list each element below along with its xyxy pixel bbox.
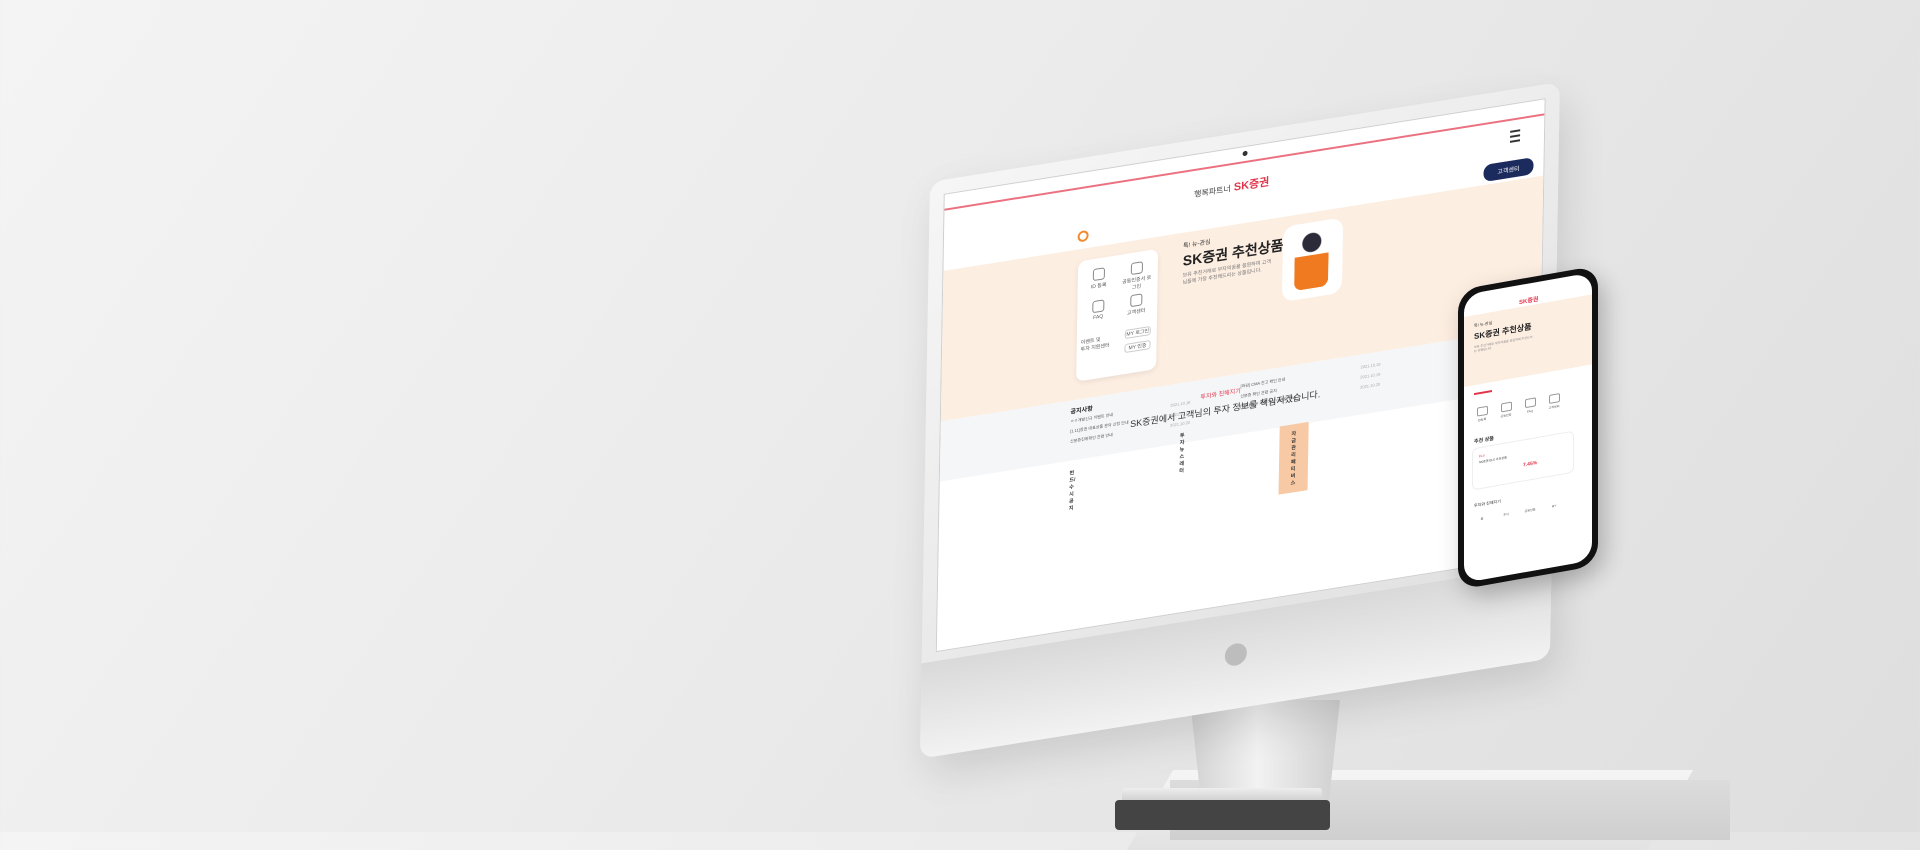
quick-menu-item-cert[interactable]: 공동인증서 로그인 (1122, 260, 1152, 293)
phone-section-title: 추천 상품 (1474, 435, 1494, 446)
id-icon (1476, 405, 1488, 417)
hero-illustration (1281, 217, 1344, 303)
woman-illustration-icon (1294, 229, 1330, 292)
notice-item[interactable]: 신분증진위확인 관련 안내 (1070, 432, 1113, 445)
quick-extra-label: 이벤트 및 투자 지원센터 (1080, 336, 1110, 354)
site-logo[interactable]: 행복파트너 SK증권 (1194, 173, 1270, 201)
notice-title: 공지사항 (1070, 406, 1093, 416)
monitor-stand-base (1115, 800, 1330, 830)
money-banner[interactable]: 자금관리 페티버스 (1278, 421, 1309, 495)
notice-date: 2021.10.18 (1360, 361, 1381, 370)
laptop-icon (1130, 261, 1143, 276)
phone-screen: SK증권 톡! 뉴-관심 SK증권 추천상품 보유 추천거래로 부자의꿈을 응원… (1464, 272, 1592, 583)
phone-quick-item[interactable]: 고객센터 (1542, 392, 1566, 411)
id-icon (1092, 267, 1106, 282)
faq-icon (1524, 397, 1536, 409)
hamburger-menu-icon[interactable] (1509, 129, 1521, 143)
phone-quick-item[interactable]: 공동인증 (1494, 400, 1518, 419)
logo-brand: SK증권 (1233, 176, 1270, 194)
quick-menu-card: ID 등록 공동인증서 로그인 FAQ 고객센터 이벤트 및 투자 지원센터 MY… (1076, 248, 1159, 382)
fund-notice-title: 펀드/수시공지 (1068, 470, 1076, 512)
quick-menu-item-center[interactable]: 고객센터 (1121, 292, 1151, 318)
faq-icon (1092, 299, 1105, 314)
product-tag: ELS (1479, 453, 1485, 459)
notice-date: 2021.10.19 (1360, 371, 1381, 380)
phone-tab[interactable]: MY (1542, 502, 1566, 510)
notice-date: 2021.10.20 (1360, 381, 1381, 390)
apple-logo-icon (1224, 641, 1248, 668)
phone-quick-item[interactable]: ID등록 (1470, 405, 1494, 424)
quick-menu-item-faq[interactable]: FAQ (1083, 298, 1113, 323)
phone-hero: 톡! 뉴-관심 SK증권 추천상품 보유 추천거래로 부자의꿈을 응원하며 추천… (1464, 294, 1592, 387)
phone-quick-menu: ID등록 공동인증 FAQ 고객센터 (1470, 389, 1580, 423)
logo-prefix: 행복파트너 (1193, 184, 1231, 200)
camera-dot (1242, 150, 1248, 157)
headset-icon (1548, 393, 1560, 405)
phone-tab[interactable]: 금융상품 (1518, 506, 1542, 514)
phone-tab[interactable]: 홈 (1470, 515, 1494, 523)
quick-menu-item-id[interactable]: ID 등록 (1084, 266, 1114, 292)
mobile-phone: SK증권 톡! 뉴-관심 SK증권 추천상품 보유 추천거래로 부자의꿈을 응원… (1458, 265, 1598, 590)
product-rate: 7.45% (1523, 460, 1538, 469)
monitor-screen: 행복파트너 SK증권 고객센터 ID 등록 공동인증서 로그인 FAQ 고객센터 … (935, 98, 1546, 653)
cert-icon (1500, 401, 1512, 413)
my-login-button[interactable]: MY 로그인 (1124, 325, 1151, 340)
phone-quick-item[interactable]: FAQ (1518, 396, 1542, 415)
my-cert-button[interactable]: MY 인증 (1124, 339, 1151, 354)
phone-progress-bar (1474, 390, 1492, 396)
search-icon[interactable] (1077, 229, 1089, 243)
notice-item[interactable]: [마감] CMA 잔고 확인 안내 (1240, 377, 1285, 390)
phone-tab[interactable]: 주식 (1494, 510, 1518, 518)
phone-section2-title: 투자와 친해지기 (1474, 498, 1501, 509)
notice-date: 2021.10.18 (1170, 399, 1191, 408)
headset-icon (1130, 293, 1143, 308)
newsletter-title[interactable]: 투자뉴스레터 (1179, 432, 1184, 475)
